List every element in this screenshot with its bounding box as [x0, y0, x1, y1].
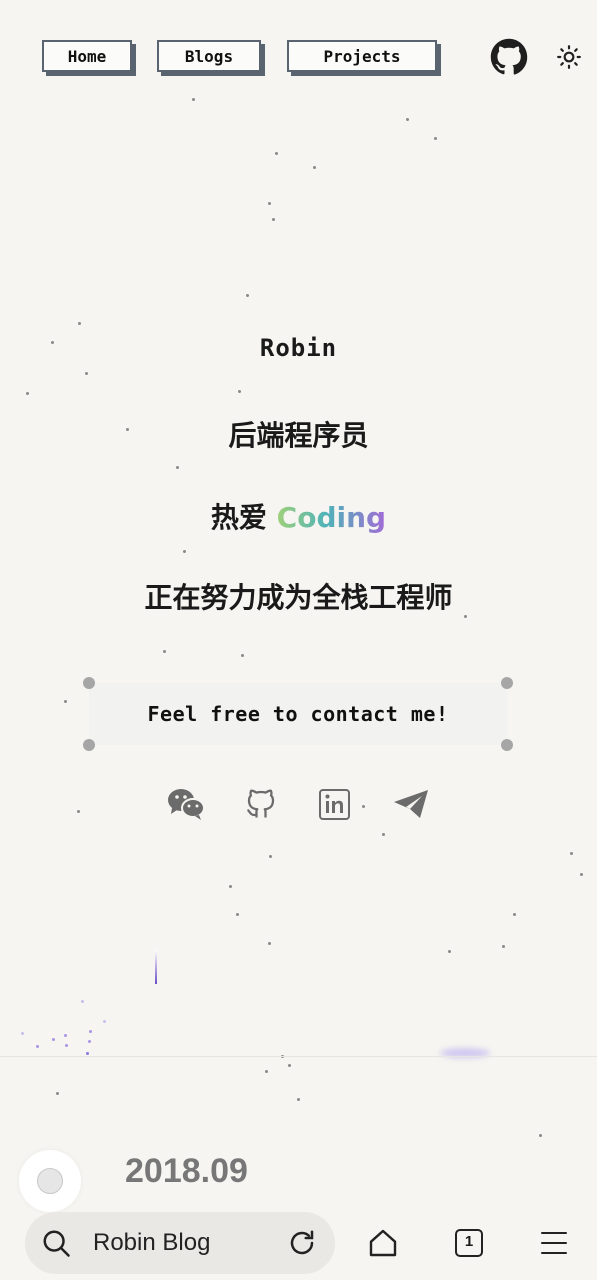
love-word: Coding [276, 501, 387, 534]
love-line: 热爱 Coding [0, 496, 597, 536]
contact-text-box: Feel free to contact me! [89, 683, 507, 745]
browser-address-bar[interactable]: Robin Blog [25, 1212, 335, 1274]
selection-handle-tl[interactable] [83, 677, 95, 689]
nav-blogs-button[interactable]: Blogs [157, 40, 261, 72]
nav-home-button[interactable]: Home [42, 40, 132, 72]
telegram-icon[interactable] [392, 786, 430, 826]
wechat-icon[interactable] [167, 786, 205, 826]
home-icon[interactable] [367, 1226, 399, 1264]
sun-icon[interactable] [556, 44, 582, 74]
search-icon [41, 1228, 71, 1262]
address-text: Robin Blog [93, 1229, 211, 1256]
selection-handle-br[interactable] [501, 739, 513, 751]
selection-handle-bl[interactable] [83, 739, 95, 751]
author-role: 后端程序员 [228, 419, 369, 452]
linkedin-icon[interactable] [318, 786, 352, 826]
nav-projects-label: Projects [323, 46, 401, 66]
selection-handle-tr[interactable] [501, 677, 513, 689]
contact-text: Feel free to contact me! [147, 702, 449, 726]
nav-home-label: Home [67, 46, 107, 66]
author-name: Robin [259, 334, 338, 362]
timeline-year: 2018.09 [125, 1152, 248, 1190]
menu-icon[interactable] [540, 1230, 568, 1260]
nav-blogs-label: Blogs [184, 46, 234, 66]
floating-button-dot [37, 1168, 63, 1194]
love-prefix: 热爱 [210, 501, 267, 534]
floating-action-button[interactable] [19, 1150, 81, 1212]
github-outline-icon[interactable] [243, 786, 279, 826]
reload-icon[interactable] [287, 1228, 317, 1262]
nav-projects-button[interactable]: Projects [287, 40, 437, 72]
author-goal: 正在努力成为全栈工程师 [144, 581, 453, 614]
tabs-button[interactable]: 1 [454, 1228, 484, 1262]
github-icon[interactable] [490, 38, 528, 80]
tab-count: 1 [464, 1233, 474, 1250]
section-divider [0, 1056, 597, 1057]
